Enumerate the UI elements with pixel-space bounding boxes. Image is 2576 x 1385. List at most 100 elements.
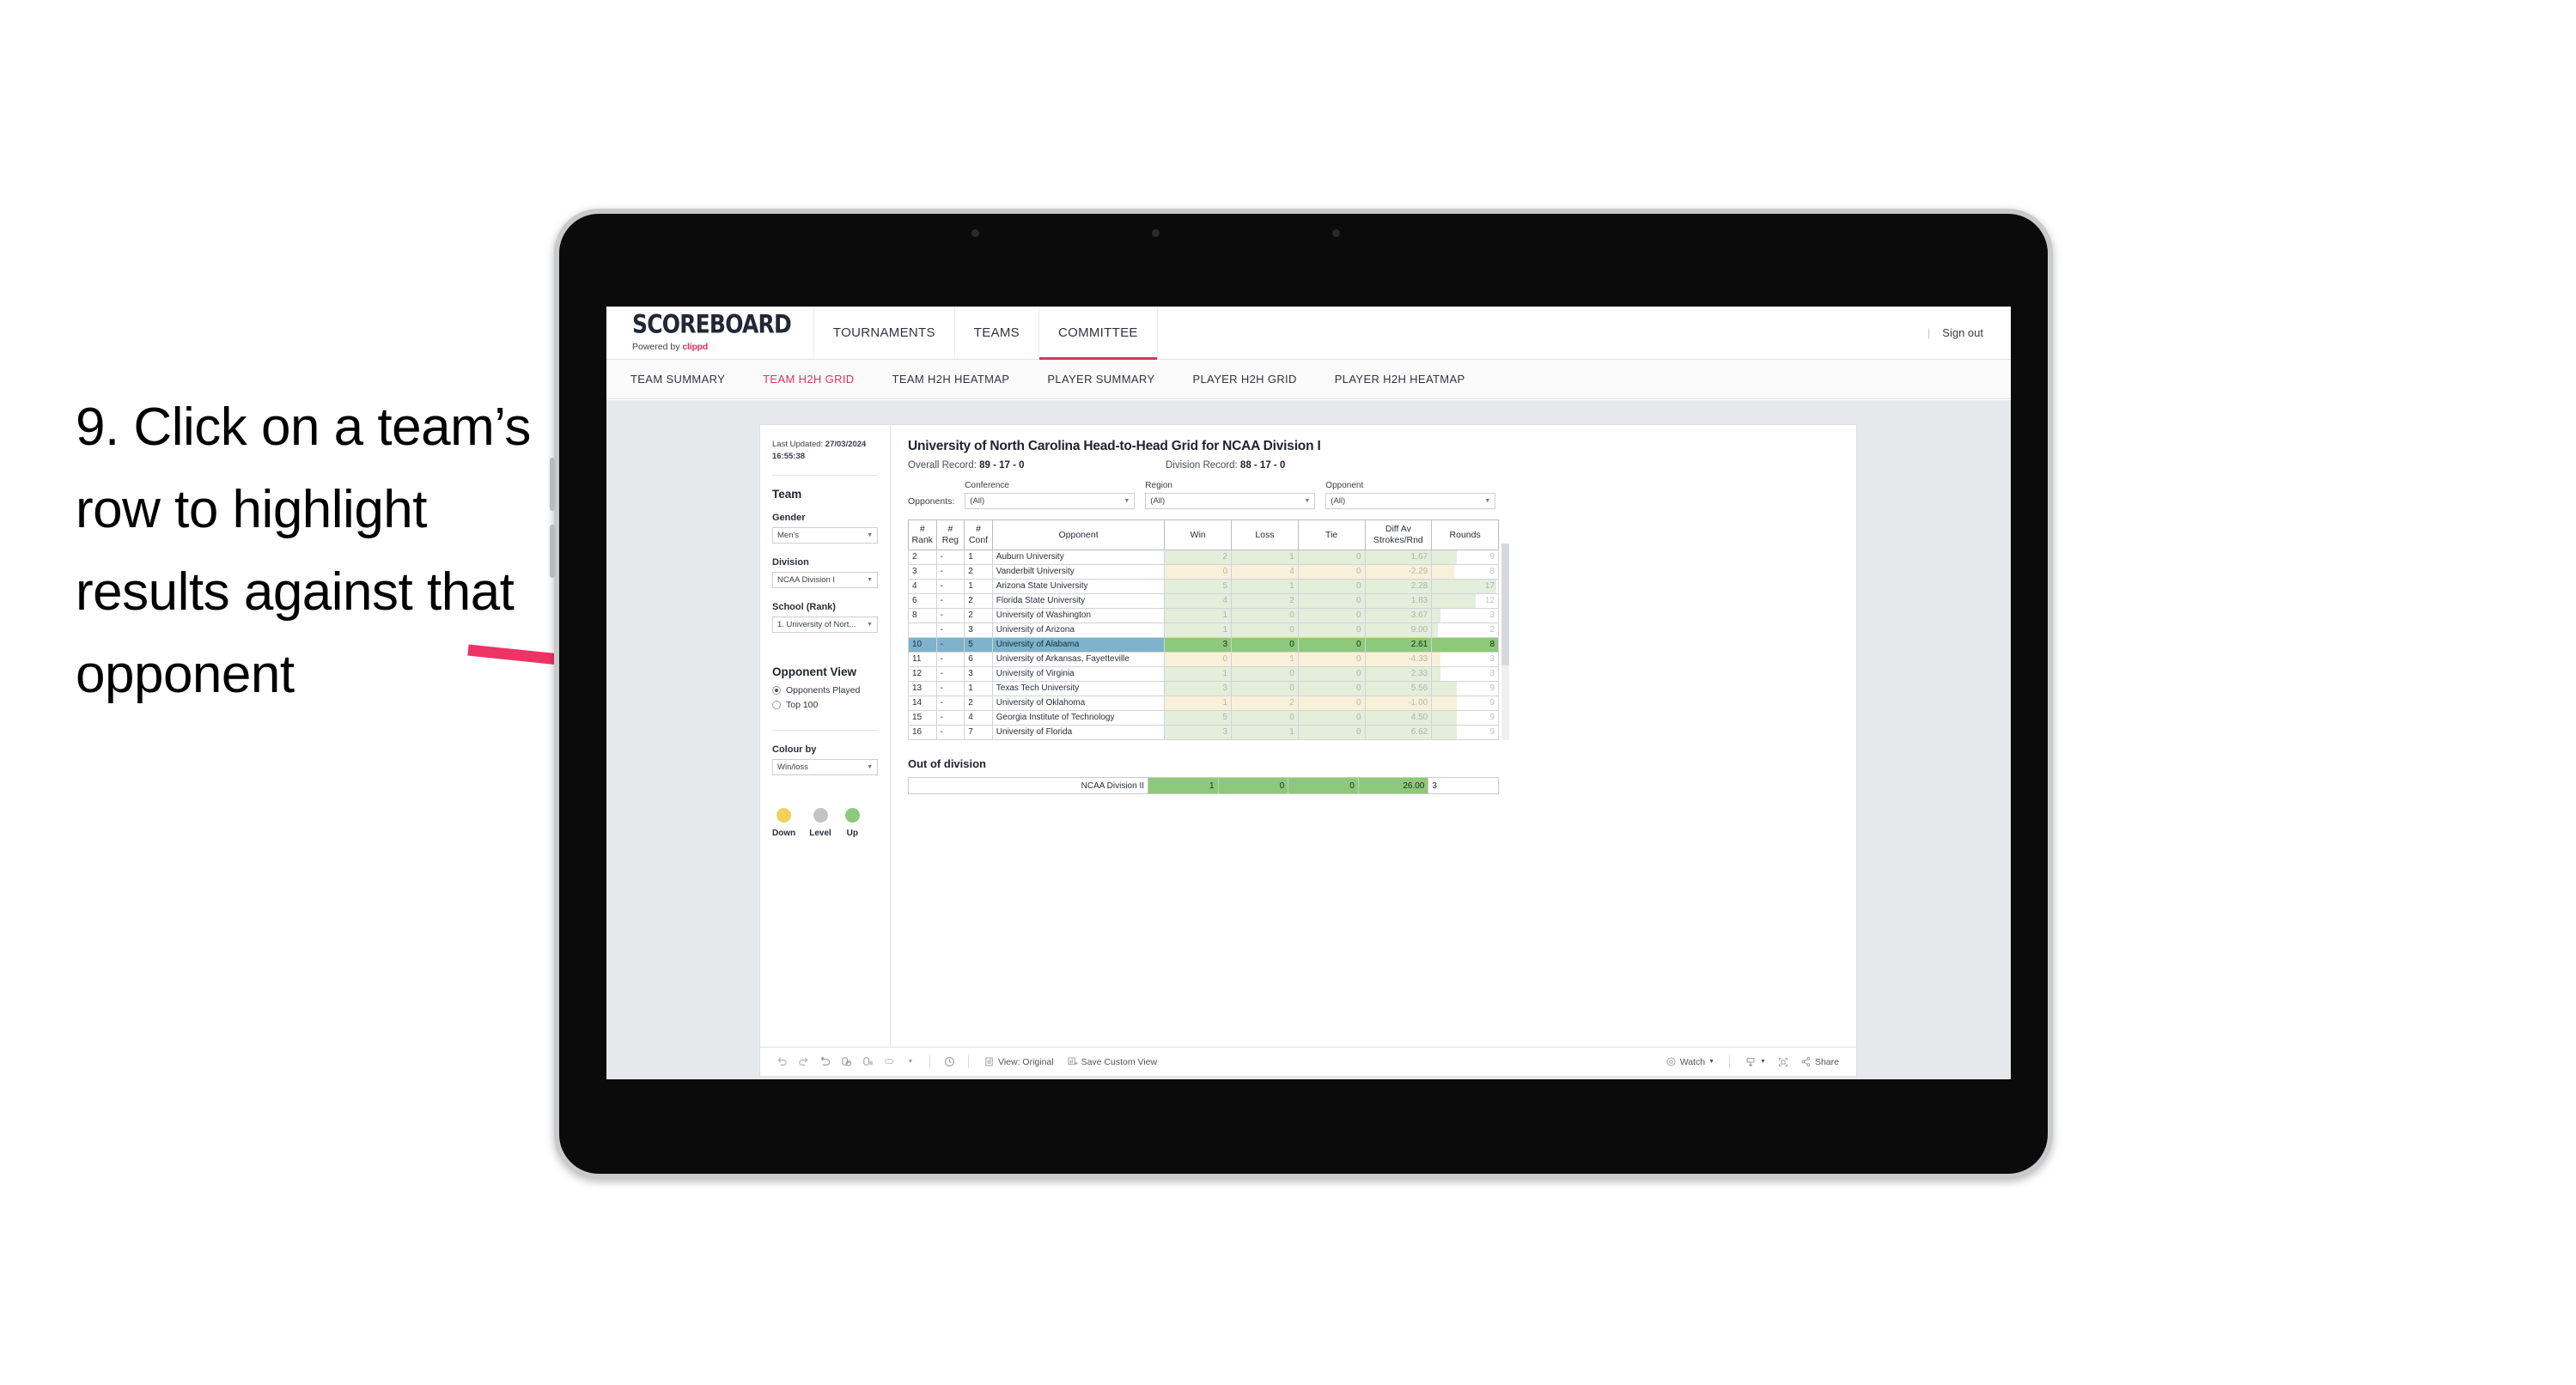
cell-win: 5: [1164, 710, 1233, 726]
nav-tab-committee[interactable]: COMMITTEE: [1038, 307, 1158, 360]
pause-icon[interactable]: [858, 1053, 877, 1072]
cell-diff: 6.62: [1364, 725, 1433, 741]
cell-reg: -: [935, 623, 965, 639]
share-button[interactable]: Share: [1795, 1056, 1844, 1067]
radio-label-opponents-played: Opponents Played: [786, 684, 861, 696]
swap-icon[interactable]: [880, 1053, 898, 1072]
subtab-player-h2h-grid[interactable]: PLAYER H2H GRID: [1173, 373, 1315, 386]
powered-by-brand: clippd: [682, 342, 709, 353]
fullscreen-icon[interactable]: [1774, 1053, 1793, 1072]
school-label: School (Rank): [772, 601, 836, 612]
colour-by-label: Colour by: [772, 744, 817, 755]
table-scrollbar[interactable]: [1501, 544, 1509, 740]
instruction-annotation: 9. Click on a team’s row to highlight re…: [76, 398, 531, 705]
table-row[interactable]: 13-1 Texas Tech University 3 0 0 5.56 9: [908, 681, 1499, 697]
radio-top-100[interactable]: Top 100: [772, 700, 878, 710]
table-row[interactable]: 6-2 Florida State University 4 2 0 1.83 12: [908, 593, 1499, 610]
redo-icon[interactable]: [794, 1053, 813, 1072]
subtab-team-summary[interactable]: TEAM SUMMARY: [630, 373, 744, 386]
table-row[interactable]: -3 University of Arizona 1 0 0 9.00 2: [908, 623, 1499, 639]
clock-icon[interactable]: [940, 1053, 959, 1072]
undo-icon[interactable]: [772, 1053, 791, 1072]
conference-select[interactable]: (All) ▼: [965, 493, 1136, 509]
radio-opponents-played[interactable]: Opponents Played: [772, 685, 878, 696]
view-original-button[interactable]: View: Original: [978, 1056, 1059, 1067]
save-custom-view-label: Save Custom View: [1081, 1056, 1158, 1067]
table-row[interactable]: 11-6 University of Arkansas, Fayetteville…: [908, 652, 1499, 668]
subtab-team-h2h-heatmap[interactable]: TEAM H2H HEATMAP: [874, 373, 1029, 386]
cell-tie: 0: [1297, 652, 1366, 668]
table-row[interactable]: 15-4 Georgia Institute of Technology 5 0 0 4.…: [908, 710, 1499, 726]
cell-conf: 6: [964, 652, 993, 668]
viz-toolbar: ▼ View: Original Save Custom View Watch …: [760, 1047, 1856, 1076]
chevron-down-icon[interactable]: ▼: [901, 1053, 920, 1072]
nav-tab-teams[interactable]: TEAMS: [955, 307, 1039, 359]
cell-rank: 12: [908, 666, 937, 683]
colour-by-select[interactable]: Win/loss ▼: [772, 758, 878, 775]
out-of-division-table: NCAA Division II 1 0 0 26.00 3: [908, 777, 1499, 795]
cell-win: 1: [1164, 623, 1233, 639]
cell-conf: 1: [964, 550, 993, 566]
cell-reg: -: [935, 579, 965, 595]
signout-link[interactable]: Sign out: [1942, 326, 1983, 339]
cell-rounds-value: 9: [1489, 698, 1495, 708]
overall-record-label: Overall Record:: [908, 460, 980, 471]
table-row[interactable]: 14-2 University of Oklahoma 1 2 0 -1.00 9: [908, 696, 1499, 712]
col-rank-line1: #: [919, 524, 925, 534]
opponent-select[interactable]: (All) ▼: [1325, 493, 1496, 509]
region-select[interactable]: (All) ▼: [1145, 493, 1316, 509]
cell-rounds: 12: [1431, 593, 1499, 610]
conference-filter: Conference (All) ▼: [965, 481, 1136, 509]
region-label: Region: [1145, 481, 1172, 490]
legend-item-up: Up: [844, 807, 860, 838]
revert-icon[interactable]: [815, 1053, 834, 1072]
view-original-label: View: Original: [998, 1056, 1054, 1067]
col-reg-line1: #: [947, 524, 953, 534]
chevron-down-icon: ▼: [1760, 1059, 1766, 1065]
radio-icon-selected: [772, 685, 781, 695]
cell-rounds-value: 8: [1489, 640, 1495, 650]
table-row[interactable]: 8-2 University of Washington 1 0 0 3.67 3: [908, 608, 1499, 624]
division-record-value: 88 - 17 - 0: [1239, 460, 1286, 471]
cell-tie: 0: [1297, 550, 1366, 566]
mic-icon: [1332, 229, 1340, 237]
save-custom-view-button[interactable]: Save Custom View: [1062, 1056, 1163, 1067]
legend-dot-level-icon: [813, 807, 828, 823]
legend-dot-up-icon: [844, 807, 860, 823]
division-select[interactable]: NCAA Division I ▼: [772, 571, 878, 588]
table-row[interactable]: 16-7 University of Florida 3 1 0 6.62 9: [908, 725, 1499, 741]
chevron-down-icon: ▼: [867, 532, 873, 538]
table-row[interactable]: 2-1 Auburn University 2 1 0 1.67 9: [908, 550, 1499, 566]
volume-down-button[interactable]: [550, 525, 555, 578]
legend-dot-down-icon: [776, 807, 792, 823]
chevron-down-icon: ▼: [1124, 498, 1130, 504]
table-row[interactable]: 4-1 Arizona State University 5 1 0 2.28 17: [908, 579, 1499, 595]
subtab-team-h2h-grid[interactable]: TEAM H2H GRID: [744, 373, 873, 386]
table-row[interactable]: 3-2 Vanderbilt University 0 4 0 -2.29 8: [908, 564, 1499, 580]
volume-up-button[interactable]: [550, 458, 555, 511]
table-row[interactable]: NCAA Division II 1 0 0 26.00 3: [908, 777, 1499, 795]
watch-button[interactable]: Watch ▼: [1660, 1056, 1720, 1067]
subtab-player-summary[interactable]: PLAYER SUMMARY: [1028, 373, 1173, 386]
col-opponent: Opponent: [991, 519, 1166, 551]
cell-diff: 1.67: [1364, 550, 1433, 566]
subtab-player-h2h-heatmap[interactable]: PLAYER H2H HEATMAP: [1316, 373, 1484, 386]
cell-rounds-value: 3: [1489, 610, 1495, 621]
refresh-icon[interactable]: [837, 1053, 856, 1072]
gender-select[interactable]: Men’s ▼: [772, 526, 878, 544]
head-to-head-table: # Rank # Reg # Conf Opponent Win Loss Tie D…: [908, 519, 1499, 741]
scrollbar-thumb[interactable]: [1501, 544, 1509, 665]
cell-conf: 2: [964, 696, 993, 712]
cell-opponent: University of Oklahoma: [991, 696, 1166, 712]
table-row[interactable]: 10-5 University of Alabama 3 0 0 2.61 8: [908, 637, 1499, 653]
col-conf-line1: #: [976, 524, 981, 534]
download-button[interactable]: ▼: [1739, 1056, 1771, 1068]
table-row[interactable]: 12-3 University of Virginia 1 0 0 2.33 3: [908, 666, 1499, 683]
cell-rounds: 9: [1431, 710, 1499, 726]
nav-tab-tournaments[interactable]: TOURNAMENTS: [814, 307, 955, 359]
school-select[interactable]: 1. University of Nort... ▼: [772, 616, 878, 633]
conference-label: Conference: [965, 481, 1009, 490]
cell-bar: [1432, 696, 1458, 711]
cell-opponent: Auburn University: [991, 550, 1166, 566]
out-of-division-rounds: 3: [1428, 777, 1499, 795]
